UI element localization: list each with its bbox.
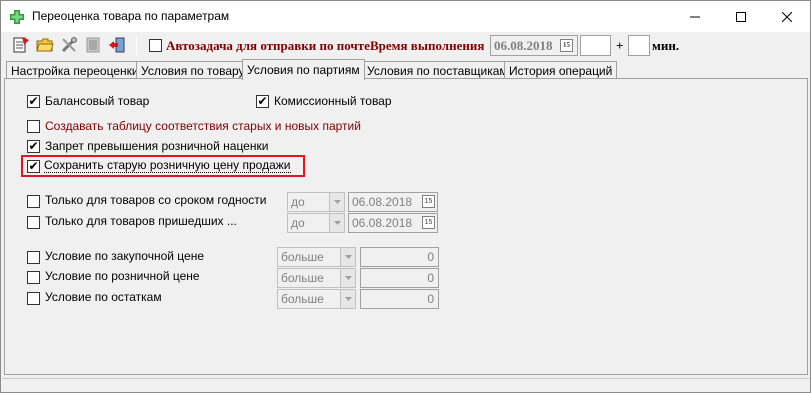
minutes-field[interactable]: [628, 35, 650, 56]
chevron-down-icon: [340, 269, 355, 287]
open-folder-icon: [36, 38, 54, 52]
tab-bar: Настройка переоценки Условия по товару У…: [4, 59, 804, 80]
expiry-date-value: 06.08.2018: [352, 195, 413, 209]
expiry-date-field[interactable]: 06.08.2018 15: [348, 192, 438, 212]
keep-old-price-checkbox[interactable]: ✔: [27, 160, 40, 173]
new-document-button[interactable]: [10, 34, 32, 56]
minimize-button[interactable]: [672, 1, 718, 32]
new-document-icon: [13, 37, 29, 53]
balance-goods-checkbox[interactable]: ✔: [27, 95, 40, 108]
disabled-doc-button[interactable]: [82, 34, 104, 56]
app-green-cross-icon: [10, 10, 24, 24]
arrived-op-select[interactable]: до: [287, 213, 345, 233]
maximize-icon: [736, 11, 746, 22]
chevron-down-icon: [329, 214, 344, 232]
calendar-icon[interactable]: 15: [560, 39, 573, 52]
keep-old-price-label: Сохранить старую розничную цену продажи: [44, 158, 291, 173]
toolbar: Автозадача для отправки по почте Время в…: [2, 33, 809, 59]
arrived-date-value: 06.08.2018: [352, 216, 413, 230]
hours-field[interactable]: [580, 35, 611, 56]
minutes-label: мин.: [652, 38, 680, 53]
status-bar: [2, 378, 809, 392]
stock-value-field[interactable]: 0: [360, 289, 439, 309]
chevron-down-icon: [340, 290, 355, 308]
expiry-only-checkbox[interactable]: [27, 195, 40, 208]
commission-goods-label: Комиссионный товар: [274, 94, 392, 108]
purchase-cond-label: Условие по закупочной цене: [45, 249, 204, 263]
retail-op-select[interactable]: больше: [277, 268, 356, 288]
expiry-op-value: до: [291, 195, 305, 209]
arrived-only-checkbox[interactable]: [27, 216, 40, 229]
retail-cond-checkbox[interactable]: [27, 271, 40, 284]
chevron-down-icon: [340, 248, 355, 266]
forbid-markup-label: Запрет превышения розничной наценки: [45, 139, 269, 153]
tab-settings[interactable]: Настройка переоценки: [6, 61, 144, 79]
create-table-checkbox[interactable]: [27, 120, 40, 133]
autotask-label: Автозадача для отправки по почте: [166, 38, 370, 53]
purchase-cond-checkbox[interactable]: [27, 251, 40, 264]
toolbar-separator: [136, 36, 137, 55]
tools-icon: [61, 37, 77, 53]
purchase-value-field[interactable]: 0: [360, 247, 439, 267]
expiry-op-select[interactable]: до: [287, 192, 345, 212]
commission-goods-checkbox[interactable]: ✔: [256, 95, 269, 108]
exit-button[interactable]: [106, 34, 128, 56]
retail-op-value: больше: [281, 271, 324, 285]
tab-supplier-conditions[interactable]: Условия по поставщикам: [362, 61, 513, 79]
forbid-markup-checkbox[interactable]: ✔: [27, 140, 40, 153]
maximize-button[interactable]: [718, 1, 764, 32]
close-icon: [782, 11, 792, 22]
calendar-icon[interactable]: 15: [422, 216, 435, 229]
time-label: Время выполнения: [370, 38, 485, 53]
exit-door-icon: [109, 37, 125, 53]
tab-batch-conditions[interactable]: Условия по партиям: [242, 59, 365, 80]
close-button[interactable]: [764, 1, 810, 32]
arrived-date-field[interactable]: 06.08.2018 15: [348, 213, 438, 233]
tab-operation-history[interactable]: История операций: [504, 61, 618, 79]
disabled-doc-icon: [86, 37, 100, 53]
purchase-op-value: больше: [281, 250, 324, 264]
retail-value-field[interactable]: 0: [360, 268, 439, 288]
main-window: Переоценка товара по параметрам Автозада…: [0, 0, 811, 393]
arrived-only-label: Только для товаров пришедших ...: [45, 214, 237, 228]
open-folder-button[interactable]: [34, 34, 56, 56]
create-table-label: Создавать таблицу соответствия старых и …: [45, 119, 361, 133]
schedule-date-value: 06.08.2018: [494, 38, 553, 53]
tab-product-conditions[interactable]: Условия по товару: [136, 61, 250, 79]
expiry-only-label: Только для товаров со сроком годности: [45, 193, 267, 207]
balance-goods-label: Балансовый товар: [45, 94, 150, 108]
plus-label: +: [616, 38, 624, 53]
stock-cond-checkbox[interactable]: [27, 292, 40, 305]
arrived-op-value: до: [291, 216, 305, 230]
stock-op-value: больше: [281, 292, 324, 306]
calendar-icon[interactable]: 15: [422, 195, 435, 208]
schedule-date-field[interactable]: 06.08.2018 15: [490, 35, 578, 56]
tools-button[interactable]: [58, 34, 80, 56]
stock-cond-label: Условие по остаткам: [45, 290, 162, 304]
stock-op-select[interactable]: больше: [277, 289, 356, 309]
window-title: Переоценка товара по параметрам: [32, 9, 230, 23]
chevron-down-icon: [329, 193, 344, 211]
autotask-checkbox[interactable]: [149, 39, 162, 52]
retail-cond-label: Условие по розничной цене: [45, 269, 200, 283]
title-bar: Переоценка товара по параметрам: [1, 1, 810, 32]
purchase-op-select[interactable]: больше: [277, 247, 356, 267]
minimize-icon: [690, 16, 700, 17]
